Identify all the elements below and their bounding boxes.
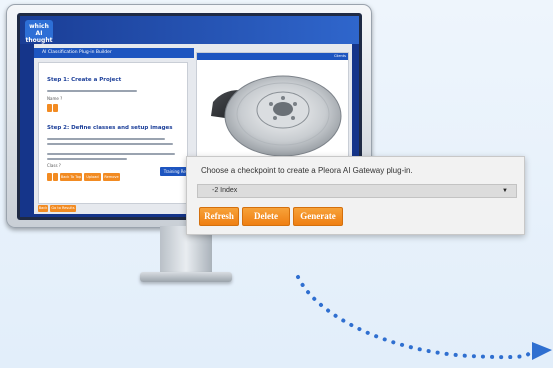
dotted-arrow-icon [296,275,552,360]
